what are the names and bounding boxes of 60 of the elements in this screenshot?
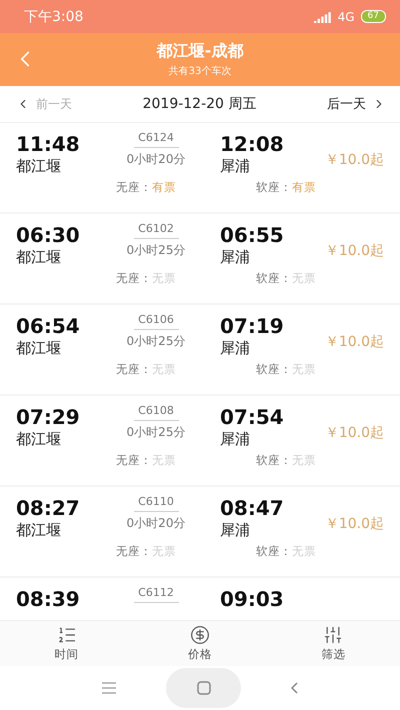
price: ￥10.0起	[324, 242, 384, 260]
status-time: 下午3:08	[24, 8, 84, 26]
depart-station: 都江堰	[16, 430, 62, 449]
arrive-time: 06:55	[220, 222, 285, 248]
duration: 0小时25分	[126, 333, 186, 350]
sort-tab[interactable]: 时间	[0, 621, 134, 666]
arrive-time: 09:03	[220, 586, 285, 612]
depart-station: 都江堰	[16, 157, 62, 176]
train-count: 共有33个车次	[168, 64, 232, 78]
list-icon	[56, 625, 77, 645]
price: ￥10.0起	[324, 333, 384, 351]
current-date: 2019-12-20 周五	[142, 95, 256, 113]
back-nav-button[interactable]	[291, 682, 298, 694]
train-code: C6124	[138, 131, 174, 144]
sort-tab[interactable]: 价格	[133, 621, 267, 666]
depart-station: 都江堰	[16, 339, 62, 358]
home-button[interactable]	[196, 681, 210, 695]
arrive-time: 07:54	[220, 404, 285, 430]
train-card[interactable]: 11:48 都江堰 C6124 0小时20分 12:08 犀浦 ￥10.0起 无座：有票 软座：有票	[0, 123, 400, 212]
network-type: 4G	[338, 10, 355, 24]
price: ￥10.0起	[324, 151, 384, 169]
depart-time: 08:27	[16, 495, 81, 521]
back-chevron-icon	[291, 682, 298, 694]
sort-tab[interactable]: 筛选	[266, 621, 400, 666]
arrive-time: 12:08	[220, 131, 285, 157]
train-card[interactable]: 08:39 C6112 09:03	[0, 578, 400, 620]
train-code: C6110	[138, 495, 174, 508]
seat-availability: 软座：有票	[255, 180, 317, 194]
depart-time: 06:30	[16, 222, 81, 248]
seat-availability: 无座：有票	[116, 180, 177, 194]
arrive-station: 犀浦	[220, 248, 251, 267]
depart-time: 11:48	[16, 131, 81, 157]
duration: 0小时25分	[126, 242, 186, 259]
price: ￥10.0起	[324, 515, 384, 533]
depart-station: 都江堰	[16, 248, 62, 267]
depart-time: 07:29	[16, 404, 81, 430]
train-code: C6102	[138, 222, 174, 235]
duration: 0小时20分	[126, 151, 186, 168]
menu-button[interactable]	[102, 682, 116, 694]
depart-station: 都江堰	[16, 521, 62, 540]
depart-time: 06:54	[16, 313, 81, 339]
arrive-station: 犀浦	[220, 157, 251, 176]
duration: 0小时20分	[126, 515, 186, 532]
price: ￥10.0起	[324, 424, 384, 442]
sliders-icon	[323, 625, 344, 645]
arrive-time: 08:47	[220, 495, 285, 521]
coin-icon	[190, 625, 210, 645]
arrive-station: 犀浦	[220, 430, 251, 449]
train-code: C6106	[138, 313, 174, 326]
battery-level: 67	[360, 10, 386, 23]
duration: 0小时25分	[126, 424, 186, 441]
arrive-station: 犀浦	[220, 339, 251, 358]
train-code: C6112	[138, 586, 174, 599]
train-code: C6108	[138, 404, 174, 417]
next-day-button[interactable]: 后一天	[327, 95, 386, 113]
arrive-time: 07:19	[220, 313, 285, 339]
arrive-station: 犀浦	[220, 521, 251, 540]
depart-time: 08:39	[16, 586, 81, 612]
signal-icon	[314, 10, 332, 22]
route-title: 都江堰-成都	[156, 41, 244, 62]
